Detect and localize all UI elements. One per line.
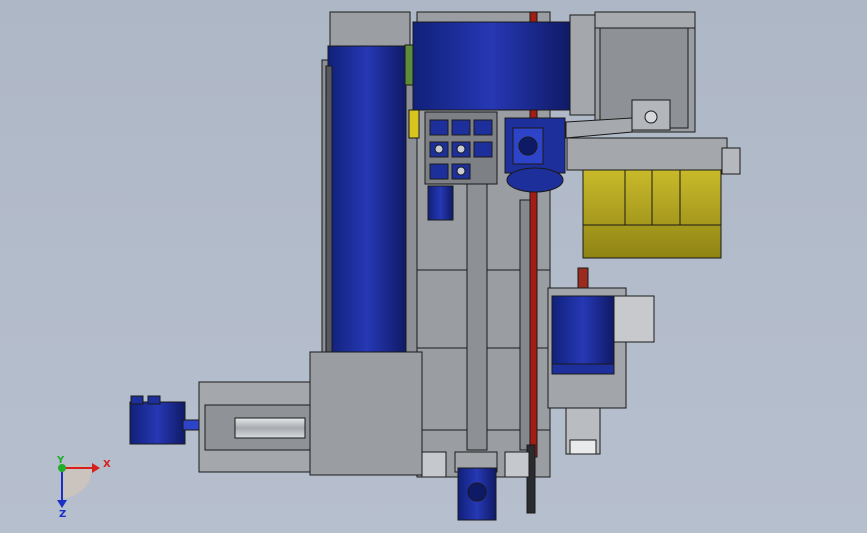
green-sensor: [404, 44, 414, 86]
bottom-gear-motor: [454, 451, 498, 521]
center-slide-rail: [466, 179, 488, 451]
column-belt-cover: [327, 45, 407, 383]
column-top-cap: [329, 11, 411, 47]
reference-triad: X Y Z: [56, 455, 111, 520]
right-cylinder-head: [613, 295, 655, 343]
right-red-cap: [577, 267, 589, 289]
machine-assembly[interactable]: [129, 11, 741, 521]
right-servo-motor: [551, 295, 615, 365]
triad-label-z: Z: [59, 509, 66, 520]
right-servo-flange: [551, 363, 615, 375]
top-right-cap: [594, 11, 696, 29]
yellow-marker: [408, 109, 420, 139]
triad-quadrant: [62, 468, 92, 498]
top-drive-motor-plate: [569, 14, 596, 116]
column-belt-cover-edge: [325, 65, 333, 383]
valve-cluster: [424, 111, 498, 185]
lower-rail-shaft: [234, 417, 306, 439]
lower-carriage: [309, 351, 423, 476]
hopper-icon: [566, 137, 741, 259]
right-lower-light: [569, 439, 597, 455]
top-drive-motor: [412, 21, 571, 111]
triad-label-x: X: [103, 459, 111, 470]
center-slide-rail-right: [519, 199, 531, 451]
bottom-feet-left: [421, 451, 447, 478]
cad-viewport[interactable]: X Y Z: [0, 0, 867, 533]
gear-motor-icon: [504, 117, 566, 193]
triad-label-y: Y: [56, 455, 65, 466]
triad-x-arrow: [92, 463, 100, 473]
small-blue-cylinder: [427, 185, 454, 221]
servo-motor-icon: [129, 395, 200, 445]
triad-z-arrow: [57, 500, 67, 508]
bottom-feet-right: [504, 451, 530, 478]
